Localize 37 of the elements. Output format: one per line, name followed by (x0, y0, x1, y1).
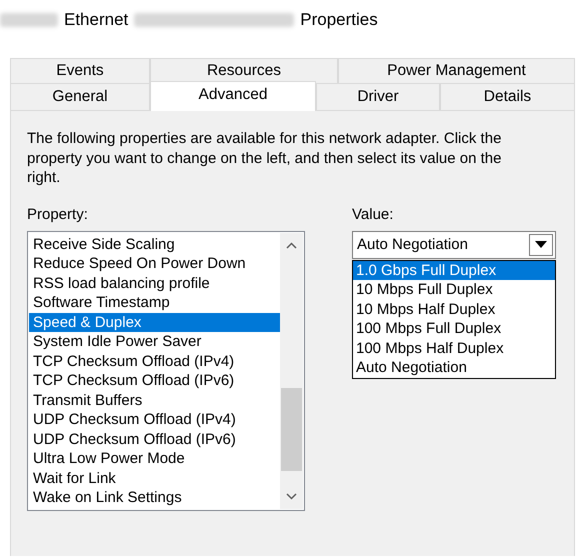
tab[interactable]: General (10, 83, 150, 110)
scrollbar-thumb[interactable] (281, 388, 302, 470)
dropdown-option[interactable]: 100 Mbps Full Duplex (353, 319, 555, 338)
tab[interactable]: Events (10, 58, 150, 83)
property-item[interactable]: TCP Checksum Offload (IPv4) (29, 352, 280, 371)
property-item[interactable]: UDP Checksum Offload (IPv6) (29, 430, 280, 449)
dropdown-arrow-icon[interactable] (535, 241, 547, 248)
redacted-text (0, 13, 58, 27)
window-title: Ethernet (64, 10, 128, 30)
property-item[interactable]: Receive Side Scaling (29, 234, 280, 254)
property-item[interactable]: UDP Checksum Offload (IPv4) (29, 410, 280, 430)
property-item[interactable]: Speed & Duplex (29, 312, 280, 332)
property-item[interactable]: Transmit Buffers (29, 390, 280, 410)
property-item[interactable]: TCP Checksum Offload (IPv6) (29, 371, 280, 390)
property-item[interactable]: Wait for Link (29, 468, 280, 488)
tab[interactable]: Driver (316, 83, 440, 110)
property-item[interactable]: Ultra Low Power Mode (29, 449, 280, 468)
property-item[interactable]: Reduce Speed On Power Down (29, 254, 280, 274)
property-item[interactable]: Wake on Link Settings (29, 488, 280, 508)
value-label: Value: (352, 206, 394, 222)
property-label: Property: (27, 206, 89, 222)
description-text: The following properties are available for this network adapter. Click the property you want to change on the left, and then select its value on the right. (27, 129, 502, 188)
dropdown-option[interactable]: 10 Mbps Full Duplex (353, 280, 555, 300)
dropdown-option[interactable]: 100 Mbps Half Duplex (353, 338, 555, 358)
tab[interactable]: Resources (150, 58, 338, 83)
property-item[interactable]: System Idle Power Saver (29, 332, 280, 352)
dropdown-option[interactable]: 10 Mbps Half Duplex (353, 300, 555, 319)
window-title: Properties (300, 10, 378, 30)
tab[interactable]: Power Management (338, 58, 575, 83)
property-list[interactable] (27, 230, 305, 510)
dropdown-option[interactable]: 1.0 Gbps Full Duplex (353, 260, 555, 280)
property-item[interactable]: RSS load balancing profile (29, 274, 280, 293)
tab[interactable]: Advanced (150, 81, 316, 111)
tab[interactable]: Details (440, 83, 575, 110)
property-item[interactable]: Software Timestamp (29, 293, 280, 312)
value-dropdown[interactable]: Auto Negotiation (352, 230, 556, 258)
dropdown-option[interactable]: Auto Negotiation (353, 358, 555, 378)
